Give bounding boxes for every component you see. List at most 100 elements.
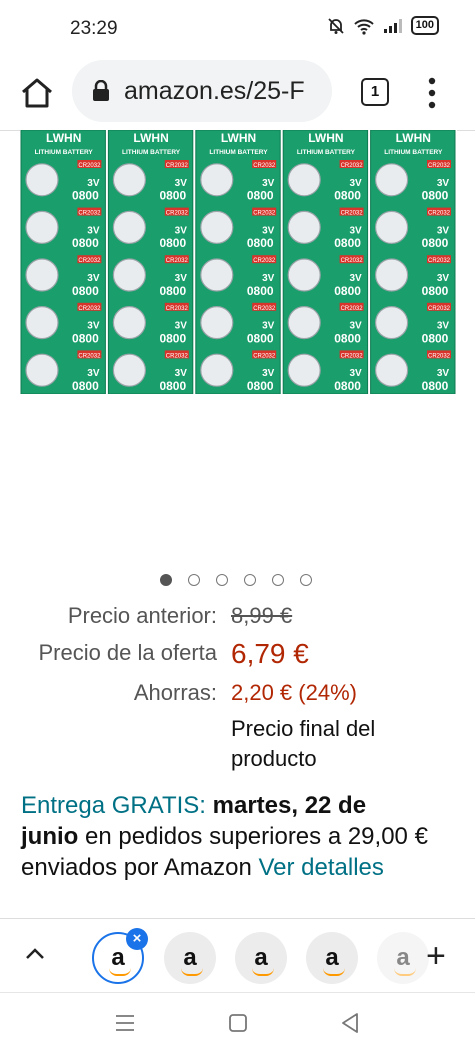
coin-cell (200, 353, 234, 387)
model-label: CR2032 (166, 353, 189, 359)
price-old-row: Precio anterior: 8,99 € (0, 603, 475, 633)
code-label: 0800 (422, 189, 449, 203)
model-label: CR2032 (78, 353, 101, 359)
coin-cell (200, 210, 234, 245)
more-menu-icon[interactable] (424, 76, 440, 110)
final-price-note-line1: Precio final del (231, 716, 376, 741)
price-old-label: Precio anterior: (67, 603, 217, 628)
model-label: CR2032 (166, 211, 189, 217)
brand-label: LWHN (221, 131, 256, 145)
carousel-dot[interactable] (300, 574, 312, 586)
model-label: CR2032 (253, 211, 276, 217)
carousel-dot[interactable] (188, 574, 200, 586)
code-label: 0800 (334, 379, 361, 393)
voltage-label: 3V (262, 273, 275, 284)
tab-thumbnail[interactable]: a (377, 932, 429, 984)
carousel-dot[interactable] (160, 574, 172, 586)
amazon-logo-icon: a (323, 946, 346, 976)
chevron-up-icon[interactable] (24, 943, 46, 965)
model-label: CR2032 (166, 258, 189, 264)
coin-cell (25, 306, 59, 340)
tab-thumbnail[interactable]: a (235, 932, 287, 984)
tagline-label: LITHIUM BATTERY (35, 149, 94, 156)
new-tab-button[interactable]: + (426, 939, 446, 973)
code-label: 0800 (334, 236, 361, 250)
back-triangle-icon[interactable] (340, 1012, 360, 1034)
tab-thumbnail[interactable]: a (306, 932, 358, 984)
home-square-icon[interactable] (228, 1013, 248, 1033)
voltage-label: 3V (87, 368, 100, 379)
coin-cell (112, 353, 147, 387)
code-label: 0800 (422, 284, 449, 298)
amazon-logo-icon: a (109, 946, 132, 976)
price-deal-value: 6,79 € (231, 638, 309, 669)
voltage-label: 3V (437, 321, 450, 332)
home-icon[interactable] (18, 74, 56, 112)
final-price-note: Precio final del producto (231, 714, 375, 774)
delivery-details-link[interactable]: Ver detalles (258, 854, 383, 881)
coin-cell (375, 353, 409, 387)
code-label: 0800 (422, 379, 449, 393)
voltage-label: 3V (349, 321, 362, 332)
tab-strip: a a a a a × + (0, 918, 475, 993)
voltage-label: 3V (437, 225, 450, 236)
voltage-label: 3V (175, 273, 188, 284)
carousel-dot[interactable] (216, 574, 228, 586)
price-savings-value: 2,20 € (24%) (231, 680, 357, 705)
final-price-note-line2: producto (231, 746, 317, 771)
address-bar[interactable]: amazon.es/25-F (72, 60, 332, 122)
coin-cell (112, 306, 147, 340)
model-label: CR2032 (166, 163, 189, 169)
free-delivery-label: Entrega GRATIS: (21, 792, 206, 819)
voltage-label: 3V (87, 273, 100, 284)
code-label: 0800 (247, 331, 274, 345)
model-label: CR2032 (341, 211, 364, 217)
voltage-label: 3V (349, 368, 362, 379)
carousel-dot[interactable] (272, 574, 284, 586)
model-label: CR2032 (253, 306, 276, 312)
recents-menu-icon[interactable] (114, 1013, 136, 1033)
close-tab-icon[interactable]: × (126, 928, 148, 950)
delivery-date-part1: martes, 22 de (212, 792, 367, 819)
wifi-icon (353, 18, 374, 35)
coin-cell (375, 258, 409, 292)
lock-icon (93, 80, 109, 101)
tab-thumbnail[interactable]: a (164, 932, 216, 984)
voltage-label: 3V (262, 368, 275, 379)
carousel-dot[interactable] (244, 574, 256, 586)
tab-switcher-button[interactable]: 1 (361, 78, 389, 106)
model-label: CR2032 (341, 306, 364, 312)
model-label: CR2032 (341, 258, 364, 264)
coin-cell (200, 306, 234, 340)
tagline-label: LITHIUM BATTERY (209, 149, 268, 156)
brand-label: LWHN (308, 131, 343, 145)
voltage-label: 3V (262, 225, 275, 236)
brand-label: LWHN (46, 131, 81, 145)
voltage-label: 3V (437, 273, 450, 284)
battery-indicator: 100 (410, 16, 439, 35)
code-label: 0800 (72, 284, 99, 298)
voltage-label: 3V (87, 225, 100, 236)
code-label: 0800 (247, 189, 274, 203)
brand-label: LWHN (133, 131, 168, 145)
model-label: CR2032 (166, 306, 189, 312)
code-label: 0800 (159, 331, 186, 345)
signal-icon (383, 18, 402, 33)
voltage-label: 3V (349, 225, 362, 236)
voltage-label: 3V (175, 225, 188, 236)
model-label: CR2032 (341, 163, 364, 169)
image-carousel-dots (160, 574, 312, 586)
tagline-label: LITHIUM BATTERY (122, 149, 181, 156)
battery-grid: LWHNLITHIUM BATTERYCR20323V0800CR20323V0… (20, 129, 456, 395)
price-savings-label: Ahorras: (133, 680, 217, 705)
voltage-label: 3V (175, 368, 188, 379)
model-label: CR2032 (253, 353, 276, 359)
coin-cell (375, 163, 409, 197)
coin-cell (375, 306, 409, 340)
product-image[interactable]: LWHN LITHIUM BATTERY CR2032 3V 0800 CR2032 3V 0… (20, 129, 457, 395)
model-label: CR2032 (78, 306, 101, 312)
voltage-label: 3V (87, 178, 100, 189)
model-label: CR2032 (78, 163, 101, 169)
voltage-label: 3V (437, 178, 450, 189)
code-label: 0800 (247, 379, 274, 393)
